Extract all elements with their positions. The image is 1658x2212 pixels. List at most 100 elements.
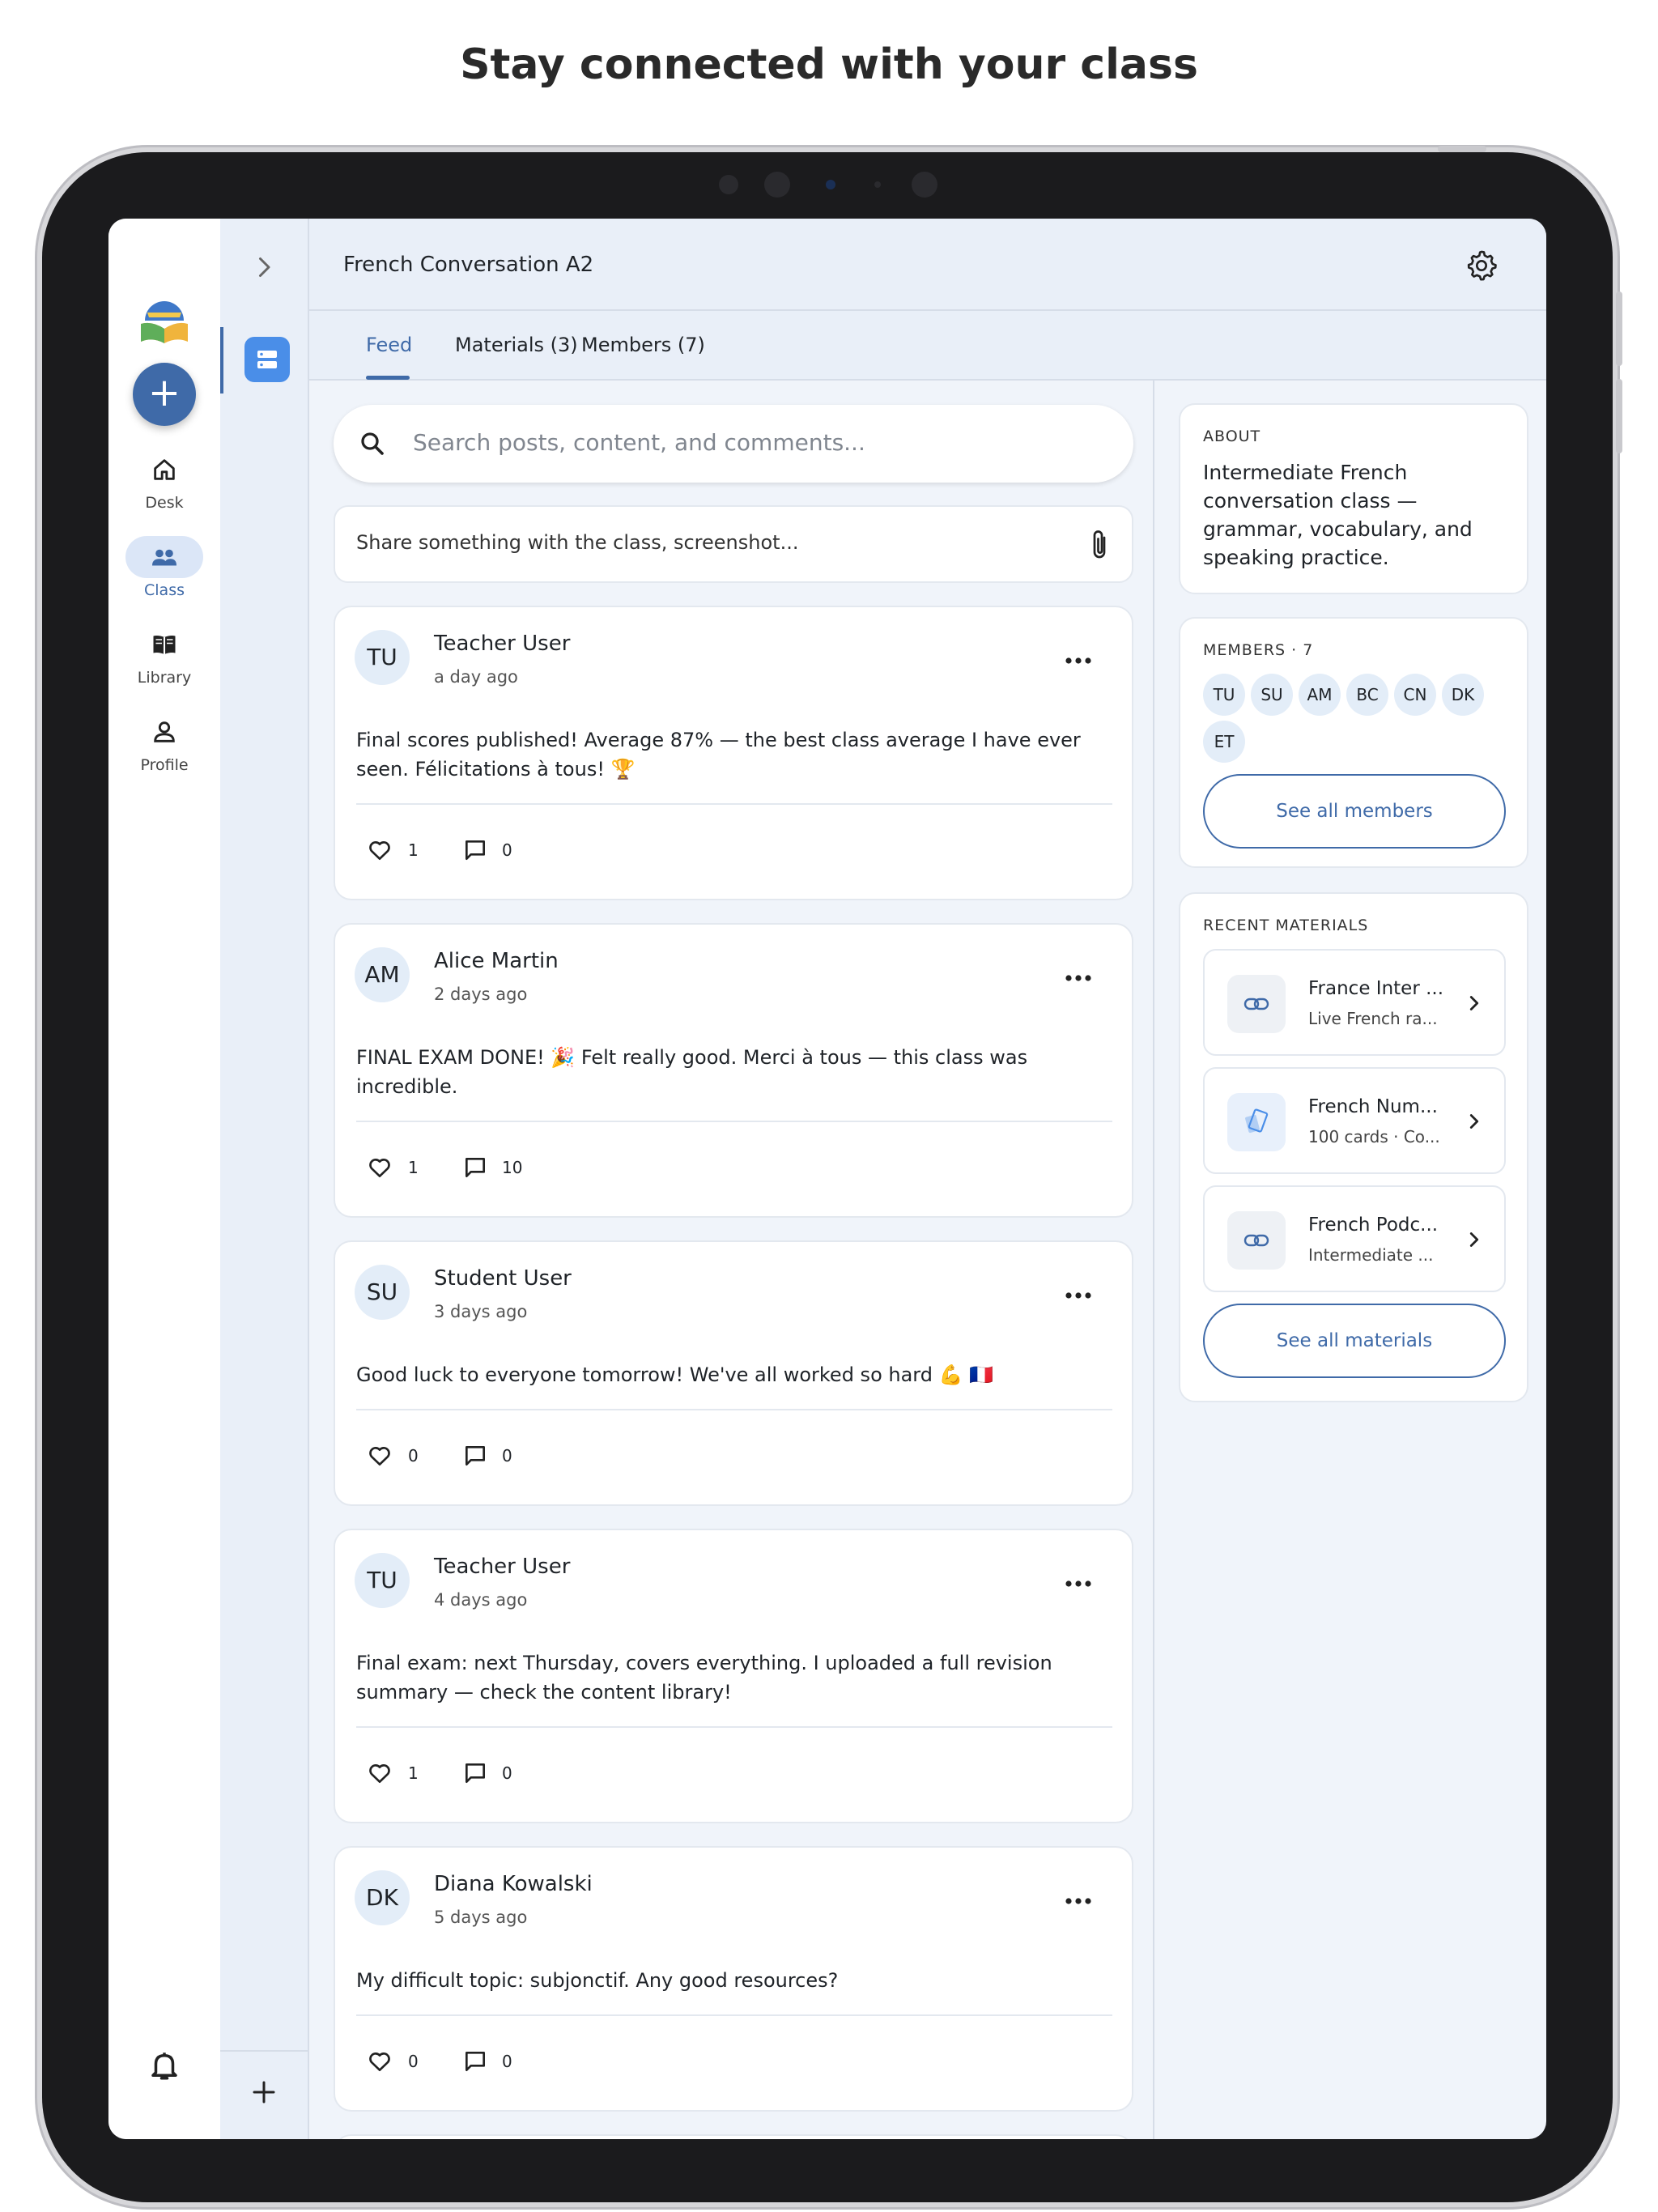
link-icon: [1244, 998, 1269, 1010]
materials-caption: RECENT MATERIALS: [1203, 917, 1369, 934]
see-all-members-button[interactable]: See all members: [1203, 774, 1506, 849]
material-subtitle: 100 cards · Co...: [1308, 1127, 1440, 1146]
volume-down-button: [1616, 379, 1622, 453]
more-options-icon[interactable]: [1064, 972, 1093, 985]
member-avatar[interactable]: ET: [1203, 721, 1245, 763]
material-title: French Num...: [1308, 1096, 1438, 1117]
post-author[interactable]: Diana Kowalski: [434, 1872, 593, 1896]
post-body: Good luck to everyone tomorrow! We've al…: [356, 1363, 993, 1386]
chevron-right-icon: [1469, 1114, 1479, 1129]
gear-icon[interactable]: [1465, 249, 1498, 282]
chevron-right-icon[interactable]: [249, 253, 278, 282]
active-tab-indicator: [366, 376, 410, 380]
create-fab-button[interactable]: +: [133, 363, 196, 426]
post-card: DK Diana Kowalski 5 days ago My difficul…: [334, 1846, 1133, 2112]
post-body: FINAL EXAM DONE! 🎉 Felt really good. Mer…: [356, 1046, 1028, 1098]
heart-icon[interactable]: [366, 2048, 393, 2074]
post-card: SU Student User 3 days ago Good luck to …: [334, 1240, 1133, 1506]
post-divider: [356, 1409, 1112, 1410]
post-divider: [356, 2014, 1112, 2016]
class-item-button[interactable]: [244, 337, 290, 382]
comment-count: 0: [502, 1446, 512, 1465]
like-count: 0: [408, 1446, 419, 1465]
post-divider: [356, 803, 1112, 805]
more-options-icon[interactable]: [1064, 1289, 1093, 1302]
class-stack-icon: [257, 351, 277, 368]
post-time: 2 days ago: [434, 985, 528, 1004]
more-options-icon[interactable]: [1064, 1577, 1093, 1590]
post-author[interactable]: Teacher User: [434, 632, 570, 656]
post-author[interactable]: Teacher User: [434, 1555, 570, 1579]
flashcards-icon: [1245, 1108, 1269, 1134]
heart-icon[interactable]: [366, 837, 393, 863]
avatar[interactable]: SU: [355, 1265, 410, 1320]
search-field[interactable]: Search posts, content, and comments...: [334, 405, 1133, 483]
rail-item-profile[interactable]: Profile: [108, 711, 220, 774]
heart-icon[interactable]: [366, 1760, 393, 1786]
post-card-partial: [334, 2134, 1133, 2139]
tab-members[interactable]: Members (7): [581, 334, 705, 356]
members-caption: MEMBERS · 7: [1203, 641, 1314, 659]
comment-icon[interactable]: [461, 1760, 489, 1786]
people-icon: [152, 549, 176, 566]
heart-icon[interactable]: [366, 1443, 393, 1469]
material-icon-tile: [1227, 1093, 1286, 1151]
like-count: 1: [408, 1158, 419, 1177]
post-body: My difficult topic: subjonctif. Any good…: [356, 1969, 839, 1992]
book-icon: [153, 636, 176, 654]
comment-icon[interactable]: [461, 1155, 489, 1180]
tab-materials[interactable]: Materials (3): [455, 334, 578, 356]
material-icon-tile: [1227, 975, 1286, 1033]
like-count: 1: [408, 840, 419, 860]
member-avatar[interactable]: CN: [1394, 674, 1436, 716]
post-card: TU Teacher User 4 days ago Final exam: n…: [334, 1529, 1133, 1823]
rail-label: Profile: [140, 756, 189, 774]
more-options-icon[interactable]: [1064, 1895, 1093, 1908]
home-icon: [154, 459, 175, 480]
post-author[interactable]: Student User: [434, 1266, 572, 1291]
members-card: MEMBERS · 7 TU SU AM BC CN DK ET See all…: [1179, 617, 1528, 868]
post-author[interactable]: Alice Martin: [434, 949, 559, 973]
heart-icon[interactable]: [366, 1155, 393, 1180]
see-all-materials-button[interactable]: See all materials: [1203, 1304, 1506, 1378]
rail-label: Library: [137, 669, 192, 687]
member-avatar[interactable]: DK: [1442, 674, 1484, 716]
post-time: a day ago: [434, 667, 518, 687]
paperclip-icon[interactable]: [1085, 528, 1114, 562]
navigation-rail: + Desk Class Library Profile: [108, 219, 220, 2139]
material-item[interactable]: France Inter ... Live French ra...: [1203, 949, 1506, 1056]
member-avatar[interactable]: TU: [1203, 674, 1245, 716]
search-input[interactable]: Search posts, content, and comments...: [413, 429, 865, 456]
more-options-icon[interactable]: [1064, 654, 1093, 667]
member-avatar[interactable]: BC: [1346, 674, 1388, 716]
post-composer[interactable]: Share something with the class, screensh…: [334, 505, 1133, 583]
rail-label: Class: [144, 581, 185, 599]
marketing-headline: Stay connected with your class: [460, 40, 1198, 89]
avatar[interactable]: AM: [355, 947, 410, 1002]
link-icon: [1244, 1234, 1269, 1247]
comment-icon[interactable]: [461, 2048, 489, 2074]
feed-column: Search posts, content, and comments... S…: [309, 381, 1154, 2139]
add-class-plus-icon[interactable]: [249, 2078, 278, 2107]
material-item[interactable]: French Num... 100 cards · Co...: [1203, 1067, 1506, 1174]
tab-feed[interactable]: Feed: [366, 334, 412, 356]
avatar[interactable]: TU: [355, 630, 410, 685]
avatar[interactable]: DK: [355, 1870, 410, 1925]
notifications-bell-icon[interactable]: [147, 2048, 181, 2082]
comment-icon[interactable]: [461, 1443, 489, 1469]
member-avatar[interactable]: AM: [1299, 674, 1341, 716]
material-item[interactable]: French Podc... Intermediate ...: [1203, 1185, 1506, 1292]
rail-item-library[interactable]: Library: [108, 623, 220, 687]
material-subtitle: Live French ra...: [1308, 1009, 1438, 1028]
about-description: Intermediate French conversation class —…: [1203, 461, 1473, 569]
post-divider: [356, 1726, 1112, 1728]
composer-input[interactable]: Share something with the class, screensh…: [356, 531, 798, 554]
member-avatar[interactable]: SU: [1251, 674, 1293, 716]
comment-icon[interactable]: [461, 837, 489, 863]
rail-item-class[interactable]: Class: [108, 536, 220, 599]
comment-count: 0: [502, 840, 512, 860]
rail-item-desk[interactable]: Desk: [108, 449, 220, 512]
camera-bar: [712, 167, 955, 199]
material-title: French Podc...: [1308, 1214, 1439, 1236]
avatar[interactable]: TU: [355, 1553, 410, 1608]
